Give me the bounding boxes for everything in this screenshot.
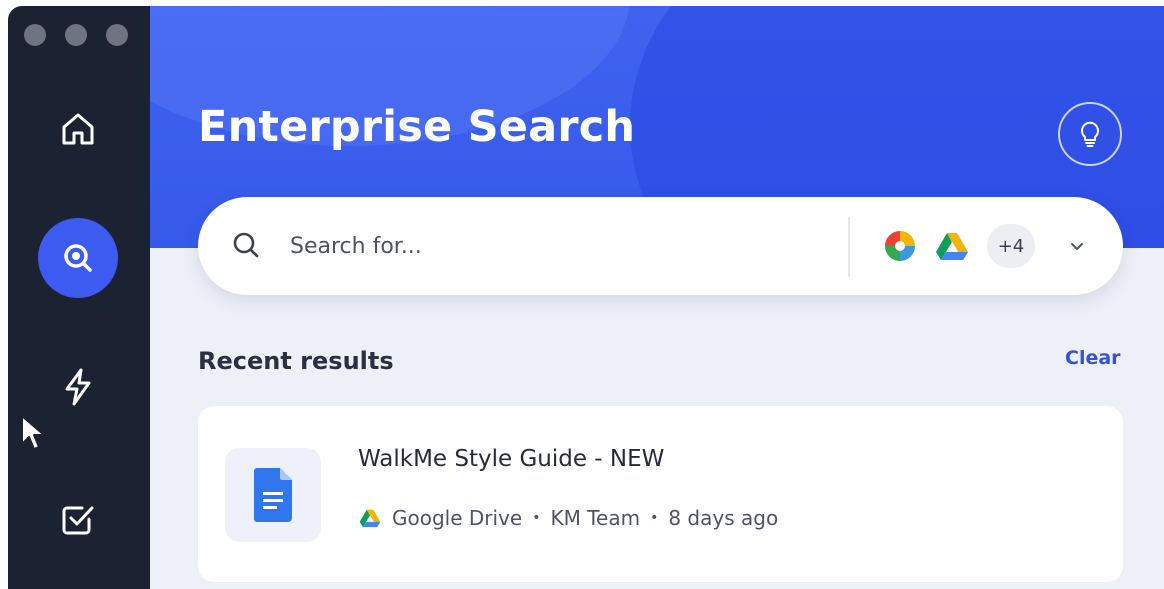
search-divider: [848, 217, 850, 277]
sidebar-item-tasks[interactable]: [38, 479, 118, 559]
search-icon: [64, 244, 92, 272]
multicolor-app-icon[interactable]: [883, 229, 917, 263]
app-window: Enterprise Search Search for... +4 Recen…: [8, 6, 1164, 589]
maximize-window-dot[interactable]: [106, 24, 128, 46]
result-thumbnail: [225, 448, 321, 542]
separator-dot: •: [532, 510, 541, 526]
mouse-cursor-icon: [21, 415, 45, 450]
tips-button[interactable]: [1058, 102, 1122, 166]
recent-results-heading: Recent results: [198, 347, 394, 375]
more-sources-badge[interactable]: +4: [987, 224, 1035, 268]
google-drive-icon: [359, 509, 381, 528]
sidebar-item-home[interactable]: [38, 89, 118, 169]
google-drive-icon[interactable]: [935, 229, 969, 263]
window-controls: [24, 24, 128, 46]
result-source: Google Drive: [392, 506, 523, 530]
result-card[interactable]: WalkMe Style Guide - NEW Google Drive • …: [198, 406, 1123, 582]
search-bar: +4: [198, 197, 1123, 295]
result-meta: Google Drive • KM Team • 8 days ago: [358, 506, 778, 530]
page-title: Enterprise Search: [198, 102, 636, 152]
google-doc-icon: [254, 468, 292, 522]
lightbulb-icon: [1081, 121, 1099, 147]
result-owner: KM Team: [550, 506, 641, 530]
lightning-icon: [65, 368, 91, 406]
checkbox-icon: [62, 506, 94, 535]
clear-button[interactable]: Clear: [1065, 347, 1121, 369]
close-window-dot[interactable]: [24, 24, 46, 46]
minimize-window-dot[interactable]: [65, 24, 87, 46]
main-panel: Enterprise Search Search for... +4 Recen…: [150, 6, 1164, 589]
result-time: 8 days ago: [668, 506, 779, 530]
result-title[interactable]: WalkMe Style Guide - NEW: [358, 446, 664, 472]
home-icon: [62, 113, 94, 145]
sidebar-item-actions[interactable]: [38, 347, 118, 427]
chevron-down-icon[interactable]: [1068, 237, 1086, 255]
search-icon: [233, 232, 259, 258]
separator-dot: •: [650, 510, 659, 526]
sidebar-item-search[interactable]: [38, 218, 118, 298]
sidebar: [8, 6, 150, 589]
search-input[interactable]: [290, 227, 770, 265]
